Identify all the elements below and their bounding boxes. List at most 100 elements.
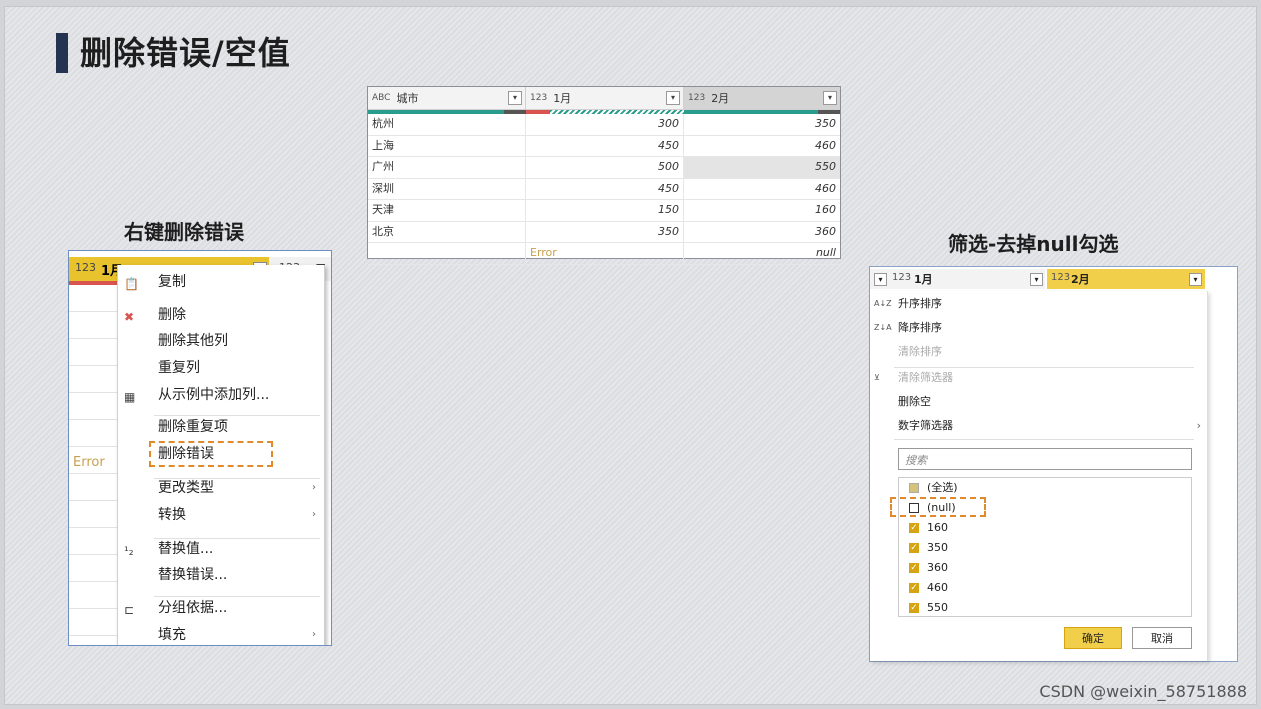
table-cell[interactable]: 450 (526, 135, 684, 156)
menu-item[interactable]: ⊏ 分组依据... (118, 596, 324, 620)
filter-menu-item[interactable]: 删除空 (870, 391, 1207, 413)
filter-menu-icon: Z↓A (874, 323, 892, 332)
menu-item-label: 复制 (158, 274, 186, 290)
menu-item[interactable]: 删除重复项 (118, 415, 324, 439)
filter-option-label: (全选) (927, 481, 958, 494)
data-table: ABC 城市 ▾ 123 1月 ▾ 123 2月 ▾ 杭州 300 350 上海 450… (367, 86, 841, 265)
checkbox-checked-icon[interactable]: ✓ (909, 523, 919, 533)
dropdown-icon[interactable]: ▾ (1189, 273, 1202, 286)
column-header-label: 城市 (396, 92, 419, 105)
filter-option[interactable]: ✓ 350 (909, 538, 948, 558)
menu-item[interactable]: ¹₂ 替换值... (118, 537, 324, 561)
caption-left: 右键删除错误 (124, 220, 244, 244)
filter-option-label: 360 (927, 561, 948, 574)
checkbox-checked-icon[interactable]: ✓ (909, 563, 919, 573)
column-header-city[interactable]: ABC 城市 ▾ (368, 87, 526, 109)
table-body: 杭州 300 350 上海 450 460 广州 500 550 深圳 450 460 天津 150 160… (368, 114, 840, 265)
menu-item[interactable]: 📋 复制 (118, 270, 324, 294)
checkbox-checked-icon[interactable]: ✓ (909, 543, 919, 553)
table-cell[interactable]: 460 (684, 179, 840, 200)
table-cell[interactable]: 杭州 (368, 114, 526, 135)
checkbox-checked-icon[interactable]: ✓ (909, 583, 919, 593)
table-cell[interactable]: 350 (684, 114, 840, 135)
table-cell[interactable]: 北京 (368, 221, 526, 242)
table-cell[interactable]: 天津 (368, 200, 526, 221)
menu-item-icon: ✖ (124, 310, 135, 324)
highlight-box (890, 497, 986, 517)
checkbox-partial-icon[interactable] (909, 483, 919, 493)
table-row: 北京 350 360 (368, 221, 840, 243)
menu-item-icon: 📋 (124, 277, 139, 291)
filter-option[interactable]: (全选) (909, 478, 958, 498)
menu-item[interactable]: 删除其他列 (118, 329, 324, 353)
watermark: CSDN @weixin_58751888 (1039, 682, 1247, 701)
filter-option[interactable]: ✓ 360 (909, 558, 948, 578)
chevron-right-icon: › (1196, 419, 1201, 432)
filter-option-label: 160 (927, 521, 948, 534)
table-cell[interactable]: 广州 (368, 157, 526, 178)
number-type-icon: 123 (75, 261, 96, 274)
table-cell[interactable]: null (684, 243, 840, 264)
menu-item-label: 分组依据... (158, 600, 228, 616)
checkbox-checked-icon[interactable]: ✓ (909, 603, 919, 613)
menu-item[interactable]: ✖ 删除 (118, 303, 324, 327)
table-cell[interactable]: 300 (526, 114, 684, 135)
table-cell[interactable]: 深圳 (368, 178, 526, 199)
menu-item-icon: ¹₂ (124, 544, 134, 558)
table-row: Error null (368, 243, 840, 265)
table-cell[interactable]: Error (526, 243, 684, 264)
filter-menu-label: 降序排序 (898, 321, 942, 334)
ok-button[interactable]: 确定 (1064, 627, 1122, 649)
filter-menu-item[interactable]: 清除排序 (870, 341, 1207, 363)
column-header-feb[interactable]: 123 2月 ▾ (684, 87, 840, 109)
dropdown-icon[interactable]: ▾ (1030, 273, 1043, 286)
filter-menu-item[interactable]: A↓Z 升序排序 (870, 293, 1207, 315)
table-cell[interactable]: 550 (684, 157, 840, 178)
menu-item[interactable]: 替换错误... (118, 563, 324, 587)
menu-item[interactable]: 更改类型 › (118, 476, 324, 500)
filter-menu-item[interactable]: ⊻ 清除筛选器 (870, 367, 1207, 389)
menu-item-icon: ⊏ (124, 603, 135, 617)
table-cell[interactable]: 160 (684, 200, 840, 221)
column-header-jan[interactable]: ▾ 123 1月 ▾ (870, 269, 1045, 289)
menu-separator (154, 596, 320, 597)
column-header-label: 1月 (914, 273, 933, 286)
text-type-icon: ABC (372, 93, 391, 103)
menu-item-label: 更改类型 (158, 480, 214, 496)
menu-item[interactable]: 重复列 (118, 356, 324, 380)
dropdown-icon[interactable]: ▾ (874, 273, 887, 286)
table-row: 上海 450 460 (368, 135, 840, 157)
column-header-jan[interactable]: 123 1月 ▾ (526, 87, 684, 109)
table-row: 深圳 450 460 (368, 178, 840, 200)
cancel-button[interactable]: 取消 (1132, 627, 1192, 649)
table-cell[interactable]: 360 (684, 222, 840, 243)
table-cell[interactable]: 500 (526, 157, 684, 178)
context-menu-panel: 123 1月 ▾ 123 2月 Error 📋复制✖删除删除其他列重复列▦从示例… (68, 250, 332, 646)
number-type-icon: 123 (530, 93, 548, 103)
filter-menu-icon: A↓Z (874, 299, 892, 308)
filter-option[interactable]: ✓ 550 (909, 598, 948, 618)
table-cell[interactable]: 460 (684, 136, 840, 157)
table-cell[interactable] (368, 243, 526, 264)
table-cell[interactable]: 上海 (368, 135, 526, 156)
menu-item[interactable]: 转换 › (118, 503, 324, 527)
menu-item[interactable]: ▦ 从示例中添加列... (118, 383, 324, 407)
table-cell[interactable]: 150 (526, 200, 684, 221)
dropdown-icon[interactable]: ▾ (666, 91, 680, 105)
error-cell[interactable]: Error (73, 455, 105, 470)
dropdown-icon[interactable]: ▾ (508, 91, 522, 105)
filter-menu-item[interactable]: 数字筛选器 › (870, 415, 1207, 437)
filter-menu-label: 清除筛选器 (898, 371, 953, 384)
column-header-feb-active[interactable]: 123 2月 ▾ (1047, 269, 1205, 289)
menu-separator (154, 415, 320, 416)
filter-option[interactable]: ✓ 460 (909, 578, 948, 598)
search-input[interactable]: 搜索 (898, 448, 1192, 470)
column-header-label: 2月 (1071, 273, 1090, 286)
filter-menu-item[interactable]: Z↓A 降序排序 (870, 317, 1207, 339)
title-accent-bar (56, 33, 68, 73)
table-cell[interactable]: 450 (526, 178, 684, 199)
dropdown-icon[interactable]: ▾ (823, 91, 837, 105)
menu-item[interactable]: 填充 › (118, 623, 324, 645)
filter-option[interactable]: ✓ 160 (909, 518, 948, 538)
table-cell[interactable]: 350 (526, 221, 684, 242)
